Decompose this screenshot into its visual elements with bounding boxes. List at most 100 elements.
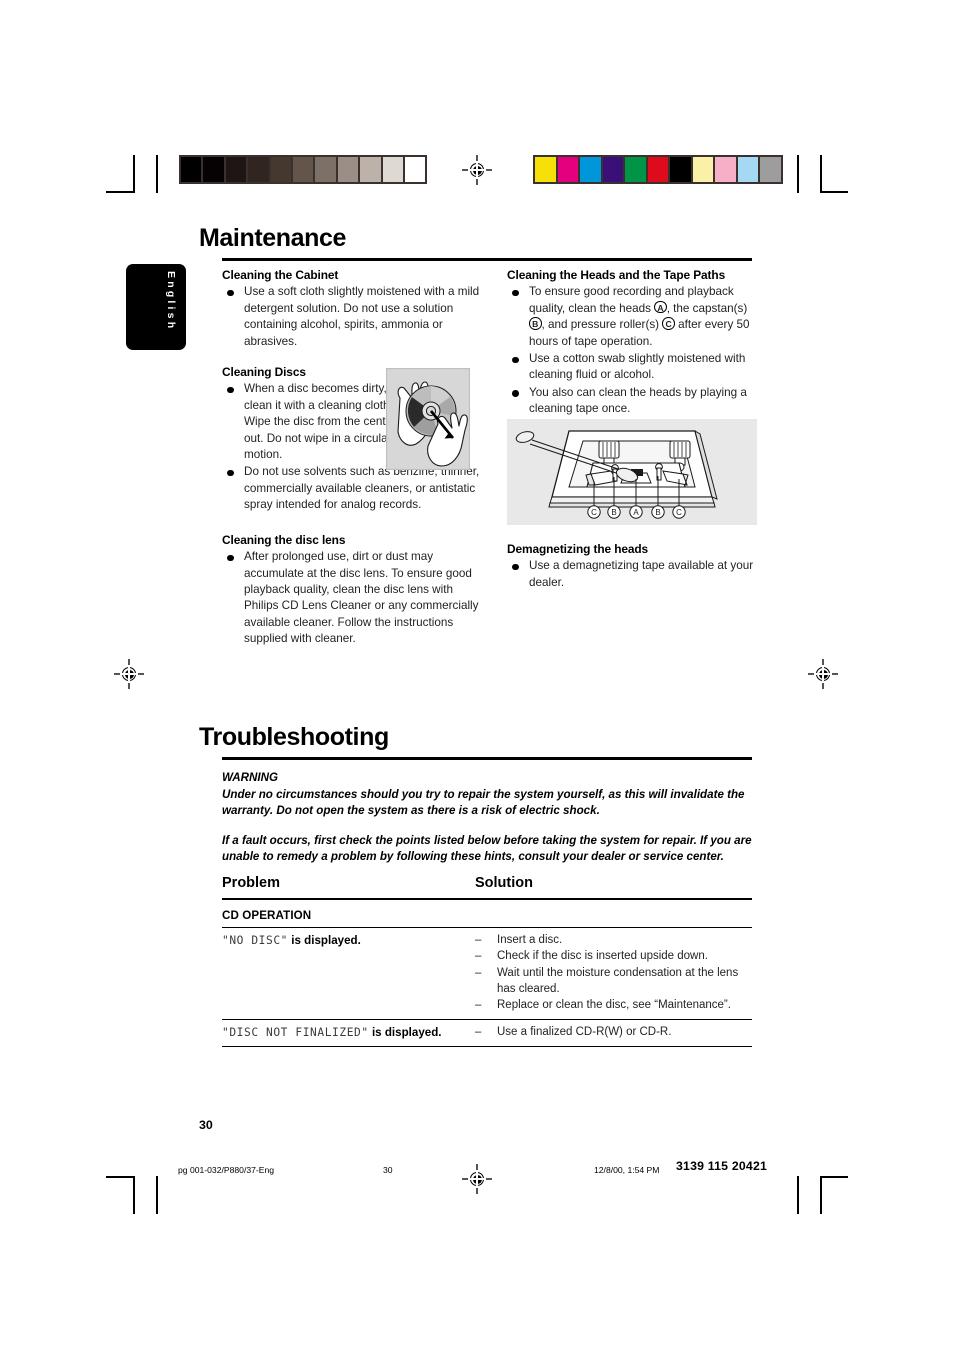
swatch-0 (535, 157, 556, 182)
list-item: After prolonged use, dirt or dust may ac… (222, 549, 484, 647)
deck-callout-label-b: B (655, 508, 660, 517)
swatch-8 (358, 157, 381, 182)
swatch-0 (181, 157, 202, 182)
registration-mark-top (462, 155, 492, 185)
swatch-3 (246, 157, 269, 182)
list-item-rich: To ensure good recording and playback qu… (507, 284, 757, 350)
solution-text: Check if the disc is inserted upside dow… (497, 950, 708, 963)
maintenance-title: Maintenance (199, 224, 347, 252)
list-item-text: Do not use solvents such as benzine, thi… (244, 465, 480, 512)
registration-mark-right (808, 659, 838, 689)
swatch-4 (623, 157, 646, 182)
swatch-8 (713, 157, 736, 182)
swatch-10 (402, 157, 426, 182)
swatch-5 (290, 157, 314, 182)
deck-callout-label-c: C (676, 508, 682, 517)
table-body: CD OPERATION "NO DISC" is displayed. – Inse… (222, 900, 752, 1048)
solution-dash: – (475, 966, 482, 979)
list-item: Do not use solvents such as benzine, thi… (222, 464, 484, 513)
table-row: "NO DISC" is displayed. – Insert a disc. – C… (222, 928, 752, 1019)
table-cell-problem: "NO DISC" is displayed. (222, 933, 361, 947)
solution-dash: – (475, 933, 482, 946)
swatch-7 (335, 157, 359, 182)
solution-text: Replace or clean the disc, see “Maintena… (497, 999, 731, 1012)
warning-paragraph-2: If a fault occurs, first check the point… (222, 833, 752, 864)
crop-mark-top-right-h (820, 191, 848, 193)
swatch-9 (380, 157, 403, 182)
swatch-4 (268, 157, 291, 182)
list-cleaning-the-heads: To ensure good recording and playback qu… (507, 284, 757, 417)
solution-dash: – (475, 999, 482, 1012)
crop-mark-bottom-left-v2 (156, 1176, 158, 1214)
page-number: 30 (199, 1118, 213, 1132)
deck-callout-label-a: A (633, 508, 639, 517)
crop-mark-top-left-v2 (156, 155, 158, 193)
swatch-2 (223, 157, 247, 182)
disc-cleaning-svg (386, 368, 470, 470)
list-item: Use a cotton swab slightly moistened wit… (507, 351, 757, 384)
solution-item: – Wait until the moisture condensation at… (475, 965, 752, 998)
swatch-10 (758, 157, 781, 182)
table-header-problem: Problem (222, 875, 281, 891)
solution-text: Insert a disc. (497, 933, 563, 946)
crop-mark-bottom-left-h (106, 1176, 134, 1178)
solution-dash: – (475, 1025, 482, 1038)
table-header-solution: Solution (475, 875, 533, 891)
footer-timestamp: 12/8/00, 1:54 PM (594, 1165, 660, 1175)
list-demagnetizing: Use a demagnetizing tape available at yo… (507, 558, 757, 591)
list-item: You also can clean the heads by playing … (507, 385, 757, 418)
troubleshooting-title-rule (222, 757, 752, 760)
solution-item: – Replace or clean the disc, see “Mainten… (475, 997, 752, 1013)
tape-deck-heads-illustration: CBABC (507, 419, 757, 525)
swatch-1 (555, 157, 578, 182)
maintenance-demagnetizing-block: Demagnetizing the heads Use a demagnetiz… (507, 541, 757, 592)
language-tab-english: English (126, 264, 186, 350)
warning-block: WARNING Under no circumstances should yo… (222, 770, 754, 866)
heading-cleaning-the-cabinet: Cleaning the Cabinet (222, 268, 339, 282)
disc-cleaning-illustration (386, 368, 470, 470)
heading-cleaning-the-heads: Cleaning the Heads and the Tape Paths (507, 268, 726, 282)
prepress-color-bar (533, 155, 783, 184)
swatch-6 (668, 157, 691, 182)
registration-mark-left (114, 659, 144, 689)
registration-mark-bottom (462, 1164, 492, 1194)
troubleshooting-table: Problem Solution CD OPERATION "NO DISC" i… (222, 875, 752, 1048)
swatch-7 (690, 157, 713, 182)
display-text: "NO DISC" (222, 933, 289, 947)
table-cell-problem: "DISC NOT FINALIZED" is displayed. (222, 1025, 442, 1039)
warning-paragraph-1: Under no circumstances should you try to… (222, 787, 745, 818)
callout-circle-b: B (529, 317, 542, 330)
deck-callout-label-b: B (611, 508, 616, 517)
list-item: Use a soft cloth slightly moistened with… (222, 284, 484, 350)
solution-item: – Check if the disc is inserted upside do… (475, 948, 752, 964)
table-header-row: Problem Solution (222, 875, 752, 898)
crop-mark-bottom-left-v (133, 1176, 135, 1214)
list-item: Use a demagnetizing tape available at yo… (507, 558, 757, 591)
language-tab-label: English (165, 271, 177, 332)
callout-circle-a: A (654, 300, 667, 314)
heading-demagnetizing-the-heads: Demagnetizing the heads (507, 542, 649, 556)
deck-callout-label-c: C (591, 508, 597, 517)
swatch-5 (645, 157, 668, 182)
maintenance-title-rule (222, 258, 752, 261)
swatch-6 (313, 157, 336, 182)
maintenance-right-column: Cleaning the Heads and the Tape Paths To… (507, 267, 757, 419)
display-text: "DISC NOT FINALIZED" (222, 1025, 369, 1039)
list-cleaning-the-disc-lens: After prolonged use, dirt or dust may ac… (222, 549, 484, 647)
table-row-rule (222, 1046, 752, 1048)
solution-item: – Use a finalized CD-R(W) or CD-R. (475, 1024, 752, 1040)
table-cell-solution: – Insert a disc. – Check if the disc is ins… (475, 932, 752, 1014)
table-cell-solution: – Use a finalized CD-R(W) or CD-R. (475, 1024, 752, 1041)
crop-mark-top-left-h (106, 191, 134, 193)
crop-mark-top-right-v (797, 155, 799, 193)
table-row: "DISC NOT FINALIZED" is displayed. – Use a… (222, 1020, 752, 1046)
crop-mark-top-right-v2 (820, 155, 822, 193)
crop-mark-top-left-v (133, 155, 135, 193)
prepress-grayscale-bar (179, 155, 428, 184)
document-page: English Maintenance Cleaning the Cabinet… (0, 0, 954, 1351)
list-cleaning-the-cabinet: Use a soft cloth slightly moistened with… (222, 284, 484, 350)
table-group-label: CD OPERATION (222, 908, 312, 922)
tape-deck-svg: CBABC (507, 419, 757, 525)
callout-circle-c: C (662, 317, 675, 330)
footer-document-code: 3139 115 20421 (676, 1159, 768, 1173)
